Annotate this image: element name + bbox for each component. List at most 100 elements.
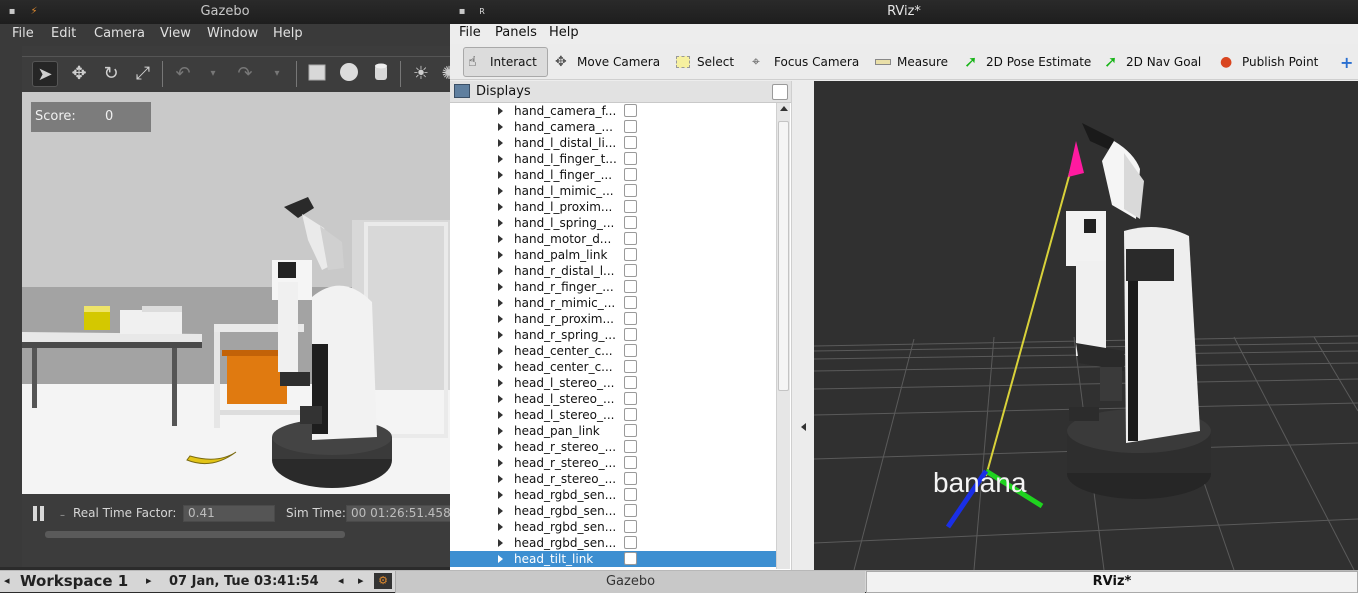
tree-item-checkbox[interactable] — [624, 296, 637, 309]
tool-publish-point-button[interactable]: ● Publish Point — [1216, 47, 1322, 77]
tree-item-checkbox[interactable] — [624, 520, 637, 533]
tool-focus-camera-button[interactable]: ⌖ Focus Camera — [748, 47, 863, 77]
tree-item-checkbox[interactable] — [624, 360, 637, 373]
tree-item[interactable]: head_r_stereo_... — [450, 455, 778, 471]
tool-move-camera-button[interactable]: ✥ Move Camera — [551, 47, 664, 77]
scale-icon[interactable]: ⤢ — [130, 61, 156, 87]
tree-item[interactable]: head_rgbd_sen... — [450, 519, 778, 535]
expand-arrow-icon[interactable] — [498, 155, 503, 163]
tree-item[interactable]: head_rgbd_sen... — [450, 503, 778, 519]
gazebo-3d-scene[interactable] — [22, 92, 450, 494]
tree-item-checkbox[interactable] — [624, 488, 637, 501]
tree-item[interactable]: hand_r_finger_... — [450, 279, 778, 295]
panel-undock-checkbox[interactable] — [772, 84, 788, 100]
expand-arrow-icon[interactable] — [498, 507, 503, 515]
expand-arrow-icon[interactable] — [498, 219, 503, 227]
tree-item-checkbox[interactable] — [624, 104, 637, 117]
expand-arrow-icon[interactable] — [498, 235, 503, 243]
menu-file[interactable]: File — [459, 25, 481, 40]
expand-arrow-icon[interactable] — [498, 539, 503, 547]
tree-item-checkbox[interactable] — [624, 280, 637, 293]
menu-help[interactable]: Help — [273, 26, 303, 41]
expand-arrow-icon[interactable] — [498, 107, 503, 115]
tree-item[interactable]: hand_l_spring_... — [450, 215, 778, 231]
tree-item-checkbox[interactable] — [624, 376, 637, 389]
tree-item[interactable]: hand_camera_... — [450, 119, 778, 135]
cylinder-shape-icon[interactable] — [368, 61, 394, 87]
tree-item[interactable]: head_center_c... — [450, 359, 778, 375]
menu-view[interactable]: View — [160, 26, 191, 41]
sphere-shape-icon[interactable] — [336, 61, 362, 87]
tree-item-checkbox[interactable] — [624, 152, 637, 165]
gazebo-task-icon[interactable]: ⚙ — [374, 573, 392, 589]
box-shape-icon[interactable] — [304, 61, 330, 87]
tree-item[interactable]: hand_l_proxim... — [450, 199, 778, 215]
expand-arrow-icon[interactable] — [498, 459, 503, 467]
tree-item[interactable]: hand_palm_link — [450, 247, 778, 263]
tree-item[interactable]: head_l_stereo_... — [450, 407, 778, 423]
tree-item-checkbox[interactable] — [624, 232, 637, 245]
tree-item-checkbox[interactable] — [624, 344, 637, 357]
pause-icon[interactable] — [32, 505, 46, 522]
tree-item-checkbox[interactable] — [624, 552, 637, 565]
tree-item[interactable]: hand_r_spring_... — [450, 327, 778, 343]
tree-item-checkbox[interactable] — [624, 136, 637, 149]
expand-arrow-icon[interactable] — [498, 283, 503, 291]
tree-item-checkbox[interactable] — [624, 248, 637, 261]
next-window-icon[interactable]: ▸ — [358, 574, 364, 587]
taskbar-gazebo[interactable]: Gazebo — [395, 571, 865, 593]
undo-dropdown-icon[interactable]: ▾ — [200, 61, 226, 87]
tree-item[interactable]: head_l_stereo_... — [450, 391, 778, 407]
expand-arrow-icon[interactable] — [498, 299, 503, 307]
workspace-prev-icon[interactable]: ◂ — [4, 574, 10, 587]
translate-icon[interactable]: ✥ — [66, 61, 92, 87]
expand-arrow-icon[interactable] — [498, 315, 503, 323]
scroll-up-arrow-icon[interactable] — [780, 106, 788, 111]
expand-arrow-icon[interactable] — [498, 187, 503, 195]
expand-arrow-icon[interactable] — [498, 379, 503, 387]
tree-scrollbar-thumb[interactable] — [778, 121, 789, 391]
tree-item-checkbox[interactable] — [624, 472, 637, 485]
tree-item-checkbox[interactable] — [624, 440, 637, 453]
panel-splitter[interactable] — [791, 81, 814, 570]
tree-item-checkbox[interactable] — [624, 200, 637, 213]
tree-item-checkbox[interactable] — [624, 536, 637, 549]
tree-item-checkbox[interactable] — [624, 328, 637, 341]
tree-item[interactable]: head_r_stereo_... — [450, 439, 778, 455]
tree-item[interactable]: hand_r_proxim... — [450, 311, 778, 327]
expand-arrow-icon[interactable] — [498, 411, 503, 419]
tree-item-checkbox[interactable] — [624, 504, 637, 517]
expand-arrow-icon[interactable] — [498, 139, 503, 147]
point-light-icon[interactable]: ✺ — [436, 61, 450, 87]
tree-item[interactable]: hand_l_mimic_... — [450, 183, 778, 199]
redo-dropdown-icon[interactable]: ▾ — [264, 61, 290, 87]
tree-item-checkbox[interactable] — [624, 408, 637, 421]
tool-interact-button[interactable]: ☝ Interact — [463, 47, 548, 77]
tree-item[interactable]: hand_r_distal_l... — [450, 263, 778, 279]
tree-item[interactable]: head_center_c... — [450, 343, 778, 359]
redo-icon[interactable]: ↷ — [232, 61, 258, 87]
tree-item[interactable]: head_l_stereo_... — [450, 375, 778, 391]
menu-panels[interactable]: Panels — [495, 25, 537, 40]
menu-window[interactable]: Window — [207, 26, 258, 41]
tree-item-checkbox[interactable] — [624, 424, 637, 437]
tree-item-checkbox[interactable] — [624, 264, 637, 277]
menu-camera[interactable]: Camera — [94, 26, 145, 41]
tree-item-checkbox[interactable] — [624, 120, 637, 133]
tree-item[interactable]: hand_l_distal_li... — [450, 135, 778, 151]
tool-select-button[interactable]: Select — [671, 47, 738, 77]
tree-item-checkbox[interactable] — [624, 216, 637, 229]
select-arrow-icon[interactable]: ➤ — [32, 61, 58, 87]
tree-item[interactable]: head_rgbd_sen... — [450, 535, 778, 551]
expand-arrow-icon[interactable] — [498, 171, 503, 179]
prev-window-icon[interactable]: ◂ — [338, 574, 344, 587]
expand-arrow-icon[interactable] — [498, 363, 503, 371]
tree-item[interactable]: head_tilt_link — [450, 551, 778, 567]
tool-measure-button[interactable]: Measure — [871, 47, 952, 77]
expand-arrow-icon[interactable] — [498, 251, 503, 259]
rviz-3d-view[interactable]: banana — [814, 81, 1358, 570]
expand-arrow-icon[interactable] — [498, 491, 503, 499]
expand-arrow-icon[interactable] — [498, 331, 503, 339]
taskbar-rviz[interactable]: RViz* — [866, 571, 1358, 593]
expand-arrow-icon[interactable] — [498, 347, 503, 355]
